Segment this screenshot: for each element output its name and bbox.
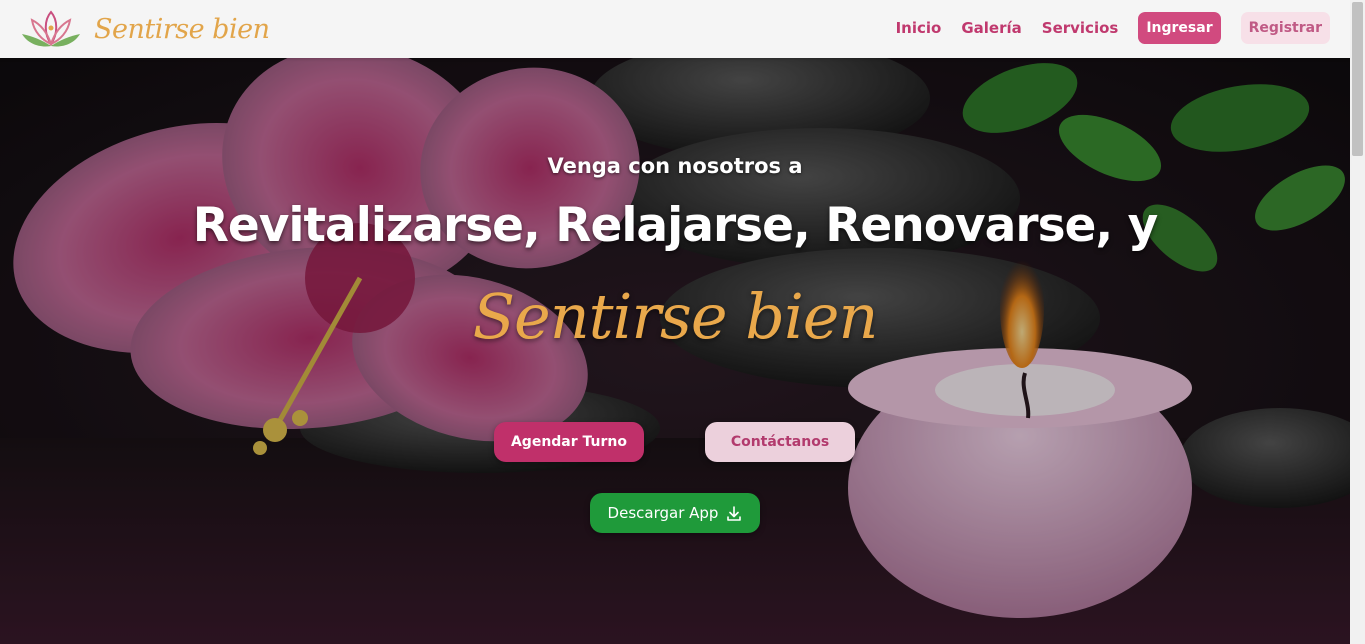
login-button[interactable]: Ingresar <box>1138 12 1221 44</box>
lotus-logo-icon <box>22 10 80 47</box>
download-app-label: Descargar App <box>607 504 719 522</box>
hero-content: Venga con nosotros a Revitalizarse, Rela… <box>0 58 1350 644</box>
page: Sentirse bien Inicio Galería Servicios I… <box>0 0 1365 644</box>
scrollbar-thumb[interactable] <box>1352 2 1363 156</box>
hero-brand-name: Sentirse bien <box>472 280 879 353</box>
hero-title: Revitalizarse, Relajarse, Renovarse, y <box>192 198 1159 253</box>
register-button[interactable]: Registrar <box>1240 12 1330 44</box>
contact-button[interactable]: Contáctanos <box>705 422 855 462</box>
nav-link-galeria[interactable]: Galería <box>961 19 1021 37</box>
brand-name: Sentirse bien <box>94 13 270 45</box>
navbar: Sentirse bien Inicio Galería Servicios I… <box>0 0 1350 58</box>
page-scrollbar[interactable] <box>1350 0 1365 644</box>
download-icon <box>727 505 742 521</box>
brand[interactable]: Sentirse bien <box>20 6 270 52</box>
nav-link-inicio[interactable]: Inicio <box>896 19 942 37</box>
nav-link-servicios[interactable]: Servicios <box>1042 19 1119 37</box>
book-appointment-button[interactable]: Agendar Turno <box>494 422 644 462</box>
hero-subtitle: Venga con nosotros a <box>547 154 803 178</box>
download-app-button[interactable]: Descargar App <box>590 493 760 533</box>
nav-links: Inicio Galería Servicios Ingresar Regist… <box>876 12 1330 44</box>
hero-section: Venga con nosotros a Revitalizarse, Rela… <box>0 58 1350 644</box>
